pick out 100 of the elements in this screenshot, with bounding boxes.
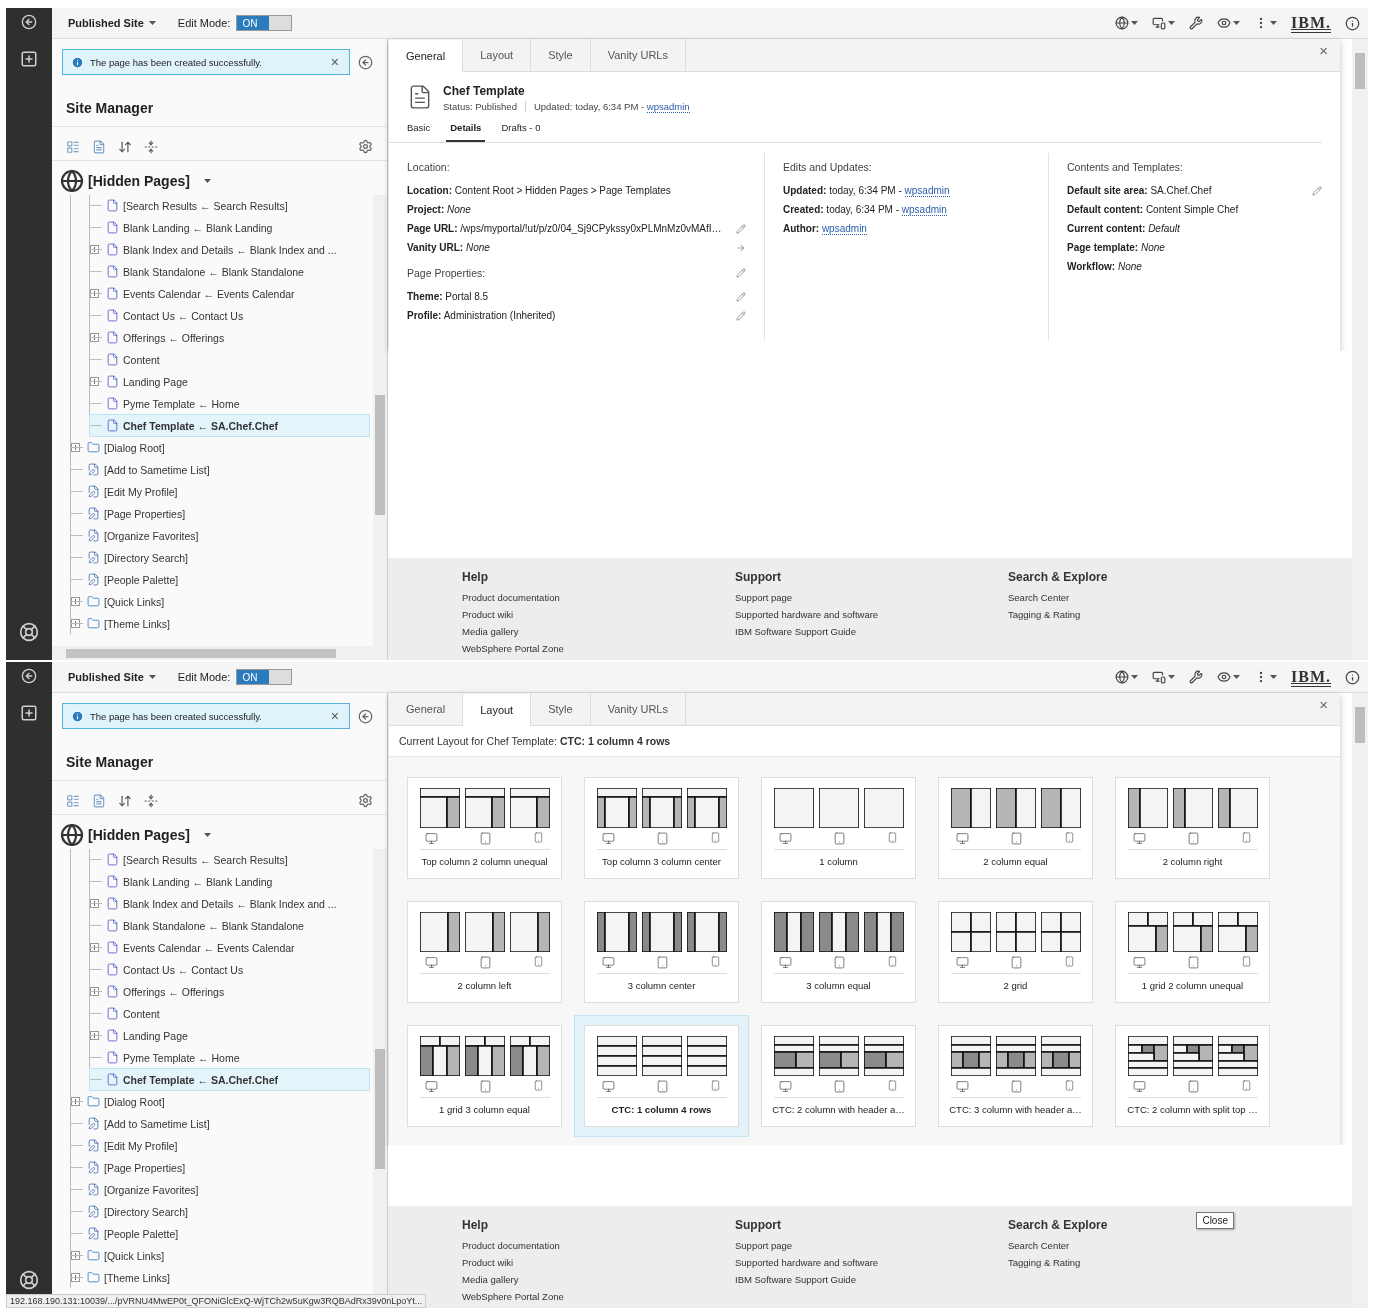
footer-link[interactable]: Search Center: [1008, 589, 1352, 606]
expand-icon[interactable]: [90, 333, 99, 342]
tree-item[interactable]: Offerings ← Offerings: [90, 981, 369, 1002]
footer-link[interactable]: Supported hardware and software: [735, 1254, 1008, 1271]
tree-item[interactable]: Chef Template ← SA.Chef.Chef: [90, 1069, 369, 1090]
expand-icon[interactable]: [71, 1273, 80, 1282]
tree-item[interactable]: Events Calendar ← Events Calendar: [90, 937, 369, 958]
subtab[interactable]: Drafts - 0: [497, 118, 545, 142]
tree-item[interactable]: [Search Results ← Search Results]: [90, 195, 369, 216]
list-icon[interactable]: [66, 139, 80, 154]
collapse-all-icon[interactable]: [144, 139, 158, 154]
layout-card[interactable]: 3 column center: [584, 901, 739, 1003]
expand-icon[interactable]: [90, 289, 99, 298]
tree-item[interactable]: Landing Page: [90, 371, 369, 392]
globe-menu[interactable]: [1115, 16, 1138, 30]
tree-item[interactable]: [People Palette]: [71, 569, 369, 590]
layout-card[interactable]: 2 column left: [407, 901, 562, 1003]
list-icon[interactable]: [66, 793, 80, 808]
tree-item[interactable]: Pyme Template ← Home: [90, 1047, 369, 1068]
tree-item[interactable]: [Page Properties]: [71, 1157, 369, 1178]
footer-link[interactable]: Supported hardware and software: [735, 606, 1008, 623]
back-icon[interactable]: [21, 14, 37, 30]
layout-card[interactable]: 2 column equal: [938, 777, 1093, 879]
footer-link[interactable]: Tagging & Rating: [1008, 606, 1352, 623]
tree-item[interactable]: Contact Us ← Contact Us: [90, 305, 369, 326]
page-icon[interactable]: [92, 793, 106, 808]
expand-icon[interactable]: [90, 1031, 99, 1040]
layout-card[interactable]: Top column 3 column center: [584, 777, 739, 879]
edit-mode-toggle[interactable]: ON: [236, 15, 293, 31]
move-icon[interactable]: [118, 139, 132, 154]
view-menu[interactable]: [1217, 670, 1240, 684]
close-button[interactable]: ×: [328, 709, 341, 723]
scrollbar[interactable]: [373, 195, 387, 646]
tree-item[interactable]: Blank Standalone ← Blank Standalone: [90, 915, 369, 936]
tree-item[interactable]: Contact Us ← Contact Us: [90, 959, 369, 980]
scrollbar[interactable]: [1352, 693, 1368, 1308]
tree-item[interactable]: Blank Index and Details ← Blank Index and ...: [90, 239, 369, 260]
footer-link[interactable]: Tagging & Rating: [1008, 1254, 1352, 1271]
tree-item[interactable]: [Directory Search]: [71, 547, 369, 568]
footer-link[interactable]: IBM Software Support Guide: [735, 1271, 1008, 1288]
settings-icon[interactable]: [358, 139, 373, 154]
footer-link[interactable]: Product documentation: [462, 589, 735, 606]
tree-item[interactable]: [Theme Links]: [71, 1267, 369, 1288]
root-page-menu[interactable]: [Hidden Pages]: [88, 827, 190, 843]
footer-link[interactable]: Support page: [735, 589, 1008, 606]
device-menu[interactable]: [1152, 670, 1175, 684]
tree-item[interactable]: Pyme Template ← Home: [90, 393, 369, 414]
user-link[interactable]: wpsadmin: [901, 204, 947, 216]
move-icon[interactable]: [118, 793, 132, 808]
info-icon[interactable]: [1345, 15, 1360, 31]
tree-item[interactable]: [Dialog Root]: [71, 1091, 369, 1112]
collapse-icon[interactable]: [358, 54, 373, 70]
expand-icon[interactable]: [90, 943, 99, 952]
layout-card[interactable]: 2 column right: [1115, 777, 1270, 879]
add-page-icon[interactable]: [20, 704, 38, 722]
tree-item[interactable]: Content: [90, 1003, 369, 1024]
back-icon[interactable]: [21, 668, 37, 684]
view-menu[interactable]: [1217, 16, 1240, 30]
tree-item[interactable]: Content: [90, 349, 369, 370]
layout-card[interactable]: 1 grid 3 column equal: [407, 1025, 562, 1127]
tree-item[interactable]: [Organize Favorites]: [71, 525, 369, 546]
expand-icon[interactable]: [90, 987, 99, 996]
footer-link[interactable]: Media gallery: [462, 623, 735, 640]
tree-item[interactable]: [Quick Links]: [71, 591, 369, 612]
footer-link[interactable]: Product wiki: [462, 606, 735, 623]
layout-card[interactable]: CTC: 2 column with split top …: [1115, 1025, 1270, 1127]
settings-icon[interactable]: [358, 793, 373, 808]
page-icon[interactable]: [92, 139, 106, 154]
layout-card[interactable]: 1 column: [761, 777, 916, 879]
panel-tab[interactable]: Layout: [463, 694, 532, 726]
device-menu[interactable]: [1152, 16, 1175, 30]
user-link[interactable]: wpsadmin: [904, 185, 950, 197]
layout-card[interactable]: 1 grid 2 column unequal: [1115, 901, 1270, 1003]
globe-menu[interactable]: [1115, 670, 1138, 684]
footer-link[interactable]: WebSphere Portal Zone: [462, 640, 735, 657]
footer-link[interactable]: Product wiki: [462, 1254, 735, 1271]
subtab[interactable]: Basic: [403, 118, 435, 142]
collapse-all-icon[interactable]: [144, 793, 158, 808]
user-link[interactable]: wpsadmin: [646, 101, 690, 113]
tree-item[interactable]: Events Calendar ← Events Calendar: [90, 283, 369, 304]
tree-item[interactable]: [Dialog Root]: [71, 437, 369, 458]
expand-icon[interactable]: [71, 619, 80, 628]
footer-link[interactable]: WebSphere Portal Zone: [462, 1288, 735, 1305]
tree-item[interactable]: [Edit My Profile]: [71, 481, 369, 502]
expand-icon[interactable]: [90, 377, 99, 386]
tree-item[interactable]: [Add to Sametime List]: [71, 1113, 369, 1134]
scrollbar[interactable]: [1352, 39, 1368, 660]
footer-link[interactable]: Product documentation: [462, 1237, 735, 1254]
edit-mode-toggle[interactable]: ON: [236, 669, 293, 685]
collapse-icon[interactable]: [358, 708, 373, 724]
subtab[interactable]: Details: [446, 118, 486, 142]
expand-icon[interactable]: [90, 245, 99, 254]
site-menu[interactable]: Published Site: [66, 15, 158, 31]
layout-card[interactable]: 2 grid: [938, 901, 1093, 1003]
footer-link[interactable]: IBM Software Support Guide: [735, 623, 1008, 640]
tree-item[interactable]: [Directory Search]: [71, 1201, 369, 1222]
tree-item[interactable]: [Add to Sametime List]: [71, 459, 369, 480]
layout-card[interactable]: CTC: 2 column with header a…: [761, 1025, 916, 1127]
lifebuoy-icon[interactable]: [19, 1270, 39, 1290]
close-button[interactable]: ×: [328, 55, 341, 69]
